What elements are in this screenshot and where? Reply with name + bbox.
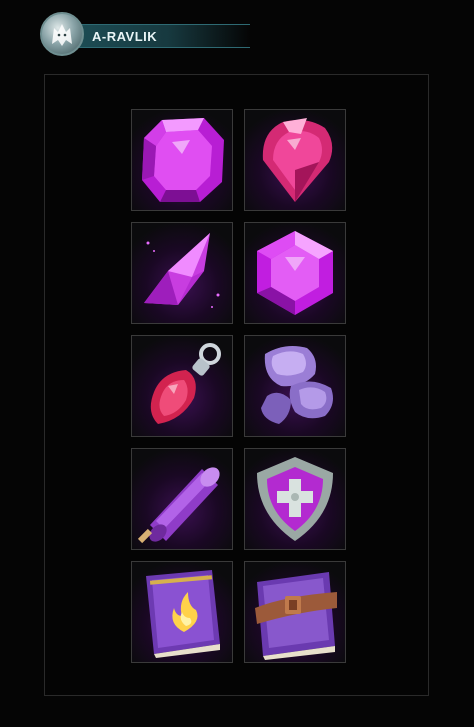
octagon-gem-icon [131,109,233,211]
ore-rocks-icon [244,335,346,437]
icon-grid-panel [44,74,429,696]
teardrop-gem-icon [244,109,346,211]
wolf-head-icon [40,12,84,56]
gem-pendant-icon [131,335,233,437]
title-bar: A-RAVLIK [70,24,250,48]
strapped-book-icon [244,561,346,663]
hexagon-gem-icon [244,222,346,324]
scroll-icon [131,448,233,550]
fire-spellbook-icon [131,561,233,663]
cross-shield-icon [244,448,346,550]
crystal-shard-icon [131,222,233,324]
header: A-RAVLIK [40,12,250,56]
author-name: A-RAVLIK [92,29,158,44]
